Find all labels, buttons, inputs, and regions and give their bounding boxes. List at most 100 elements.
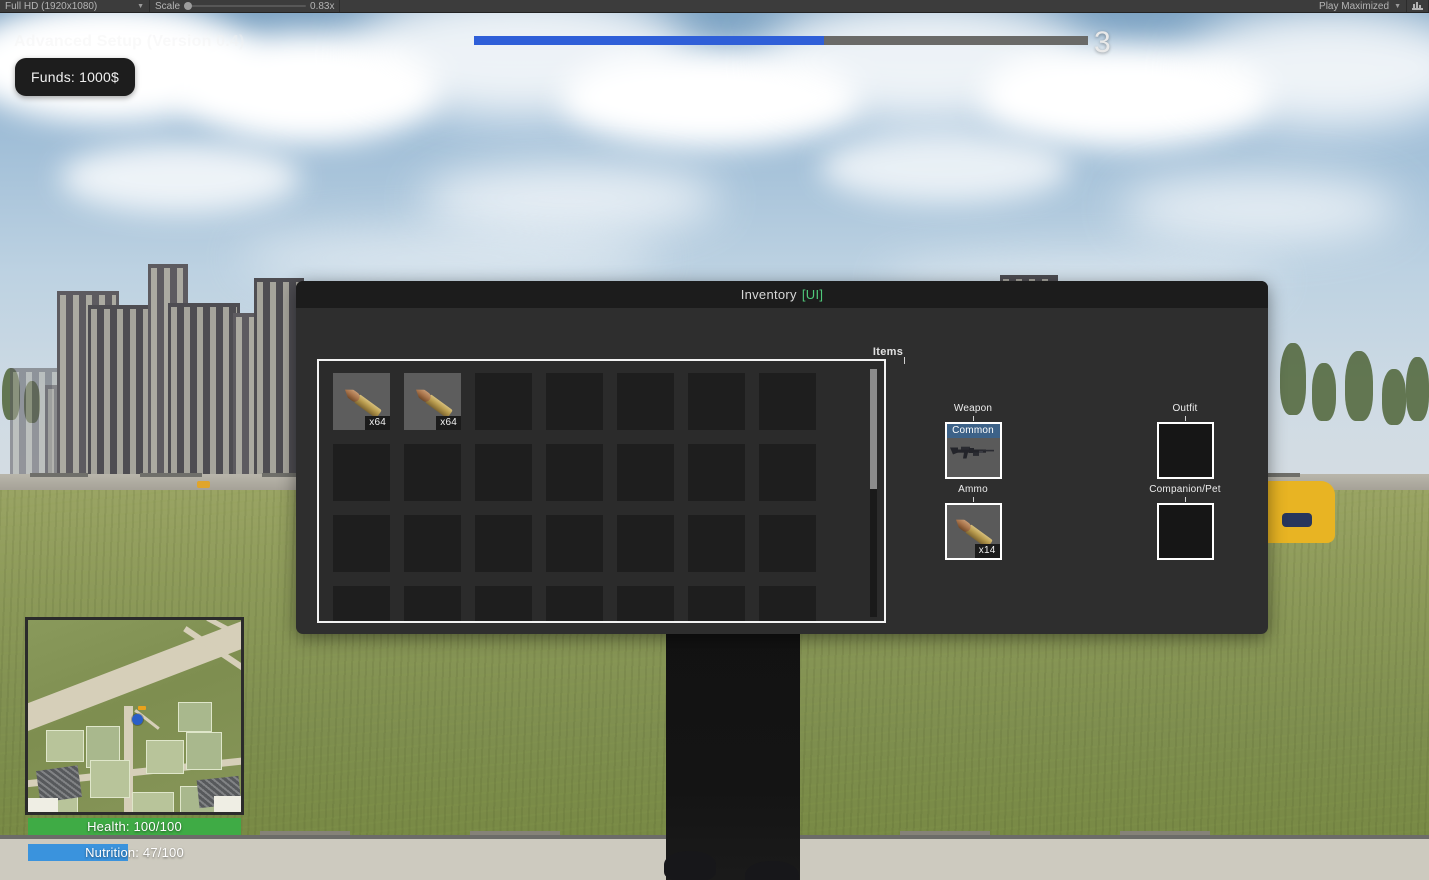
weapon-label-tick bbox=[972, 416, 974, 421]
funds-badge: Funds: 1000$ bbox=[15, 58, 136, 96]
inventory-slot[interactable] bbox=[759, 586, 816, 621]
inventory-slot[interactable] bbox=[688, 373, 745, 430]
player-shoe-right bbox=[745, 861, 799, 880]
inventory-scrollbar[interactable] bbox=[870, 369, 877, 617]
inventory-slot[interactable] bbox=[688, 515, 745, 572]
outfit-slot[interactable] bbox=[1156, 422, 1214, 479]
chevron-down-icon: ▼ bbox=[1394, 2, 1401, 10]
inventory-slot[interactable] bbox=[404, 515, 461, 572]
inventory-slot[interactable] bbox=[617, 373, 674, 430]
stats-icon bbox=[1412, 1, 1423, 11]
outfit-equip-group: Outfit bbox=[1154, 403, 1216, 479]
inventory-slot[interactable] bbox=[759, 373, 816, 430]
inventory-slot[interactable] bbox=[546, 586, 603, 621]
nutrition-bar: Nutrition: 47/100 bbox=[28, 844, 241, 861]
ammo-slot-count: x14 bbox=[974, 544, 1000, 558]
hud-counter: 3 bbox=[1094, 26, 1111, 59]
player-shoe-left bbox=[664, 851, 716, 880]
ammo-slot-label: Ammo bbox=[958, 484, 988, 495]
scale-slider[interactable]: Scale 0.83x bbox=[150, 0, 341, 12]
outfit-slot-label: Outfit bbox=[1172, 403, 1198, 414]
scale-slider-knob[interactable] bbox=[184, 2, 193, 10]
companion-label-tick bbox=[1184, 497, 1186, 502]
hud-progress-bar bbox=[474, 36, 1088, 45]
vehicle-window bbox=[1282, 513, 1312, 527]
items-grid: x64 x64 bbox=[333, 373, 816, 621]
inventory-slot[interactable] bbox=[759, 515, 816, 572]
inventory-slot[interactable] bbox=[475, 515, 532, 572]
inventory-title-tag: [UI] bbox=[801, 287, 824, 302]
scale-slider-track[interactable] bbox=[184, 2, 307, 10]
items-grid-container: x64 x64 bbox=[317, 359, 886, 623]
inventory-slot[interactable] bbox=[546, 444, 603, 501]
inventory-slot[interactable] bbox=[475, 444, 532, 501]
progress-fill bbox=[474, 36, 824, 45]
scale-label: Scale bbox=[155, 0, 181, 12]
inventory-panel: Inventory [UI] Items x64 x64 Weapon Comm… bbox=[296, 281, 1268, 634]
inventory-slot[interactable] bbox=[617, 586, 674, 621]
weapon-slot-label: Weapon bbox=[953, 403, 993, 414]
inventory-slot[interactable] bbox=[759, 444, 816, 501]
weapon-equip-group: Weapon Common bbox=[942, 403, 1004, 479]
play-mode-dropdown[interactable]: Play Maximized ▼ bbox=[1314, 0, 1407, 12]
play-mode-label: Play Maximized bbox=[1319, 0, 1390, 12]
ammo-slot[interactable]: x14 bbox=[944, 503, 1002, 560]
companion-equip-group: Companion/Pet bbox=[1128, 484, 1242, 560]
bullet-icon bbox=[953, 515, 993, 548]
inventory-slot[interactable] bbox=[404, 586, 461, 621]
background-vehicle-near bbox=[1257, 481, 1335, 543]
ammo-label-tick bbox=[972, 497, 974, 502]
assault-rifle-icon bbox=[950, 441, 996, 466]
inventory-slot[interactable] bbox=[475, 586, 532, 621]
progress-track bbox=[474, 36, 1088, 45]
status-bars: Health: 100/100 Nutrition: 47/100 bbox=[28, 818, 241, 870]
inventory-slot[interactable] bbox=[546, 515, 603, 572]
vehicle-dot bbox=[138, 706, 146, 710]
ammo-equip-group: Ammo x14 bbox=[942, 484, 1004, 560]
inventory-slot[interactable] bbox=[333, 515, 390, 572]
inventory-slot[interactable]: x64 bbox=[333, 373, 390, 430]
inventory-slot[interactable] bbox=[333, 586, 390, 621]
inventory-slot[interactable]: x64 bbox=[404, 373, 461, 430]
game-screen: Full HD (1920x1080) ▼ Scale 0.83x Play M… bbox=[0, 0, 1429, 880]
minimap[interactable] bbox=[25, 617, 244, 815]
unity-game-view-toolbar: Full HD (1920x1080) ▼ Scale 0.83x Play M… bbox=[0, 0, 1429, 13]
inventory-slot[interactable] bbox=[617, 515, 674, 572]
inventory-body: Items x64 x64 Weapon Common Ammo x14 Out… bbox=[296, 308, 1268, 634]
stats-button[interactable] bbox=[1407, 0, 1429, 12]
companion-slot[interactable] bbox=[1156, 503, 1214, 560]
health-bar: Health: 100/100 bbox=[28, 818, 241, 835]
inventory-header: Inventory [UI] bbox=[296, 281, 1268, 308]
minimap-canvas bbox=[28, 620, 241, 812]
bullet-icon bbox=[342, 385, 382, 418]
items-label-tick bbox=[904, 357, 905, 364]
background-vehicle-far bbox=[197, 481, 210, 488]
player-character-legs bbox=[666, 616, 800, 880]
items-section-label: Items bbox=[872, 346, 904, 358]
health-bar-label: Health: 100/100 bbox=[87, 819, 182, 834]
weapon-rarity-badge: Common bbox=[946, 424, 1000, 438]
chevron-down-icon: ▼ bbox=[137, 2, 144, 10]
inventory-slot[interactable] bbox=[333, 444, 390, 501]
inventory-slot[interactable] bbox=[617, 444, 674, 501]
inventory-slot[interactable] bbox=[688, 444, 745, 501]
inventory-slot[interactable] bbox=[546, 373, 603, 430]
inventory-slot-count: x64 bbox=[436, 416, 461, 430]
player-dot bbox=[132, 714, 143, 725]
nutrition-bar-label: Nutrition: 47/100 bbox=[85, 845, 184, 860]
inventory-title: Inventory bbox=[740, 287, 797, 302]
inventory-slot[interactable] bbox=[475, 373, 532, 430]
resolution-value: Full HD (1920x1080) bbox=[5, 0, 98, 12]
inventory-slot[interactable] bbox=[688, 586, 745, 621]
outfit-label-tick bbox=[1184, 416, 1186, 421]
bullet-icon bbox=[413, 385, 453, 418]
resolution-dropdown[interactable]: Full HD (1920x1080) ▼ bbox=[0, 0, 150, 12]
inventory-slot-count: x64 bbox=[365, 416, 390, 430]
weapon-slot[interactable]: Common bbox=[944, 422, 1002, 479]
companion-slot-label: Companion/Pet bbox=[1149, 484, 1221, 495]
hud-title: Advanced Setup (Version 0.4) bbox=[14, 33, 245, 50]
inventory-scrollbar-thumb[interactable] bbox=[870, 369, 877, 489]
scale-value: 0.83x bbox=[310, 0, 335, 12]
inventory-slot[interactable] bbox=[404, 444, 461, 501]
